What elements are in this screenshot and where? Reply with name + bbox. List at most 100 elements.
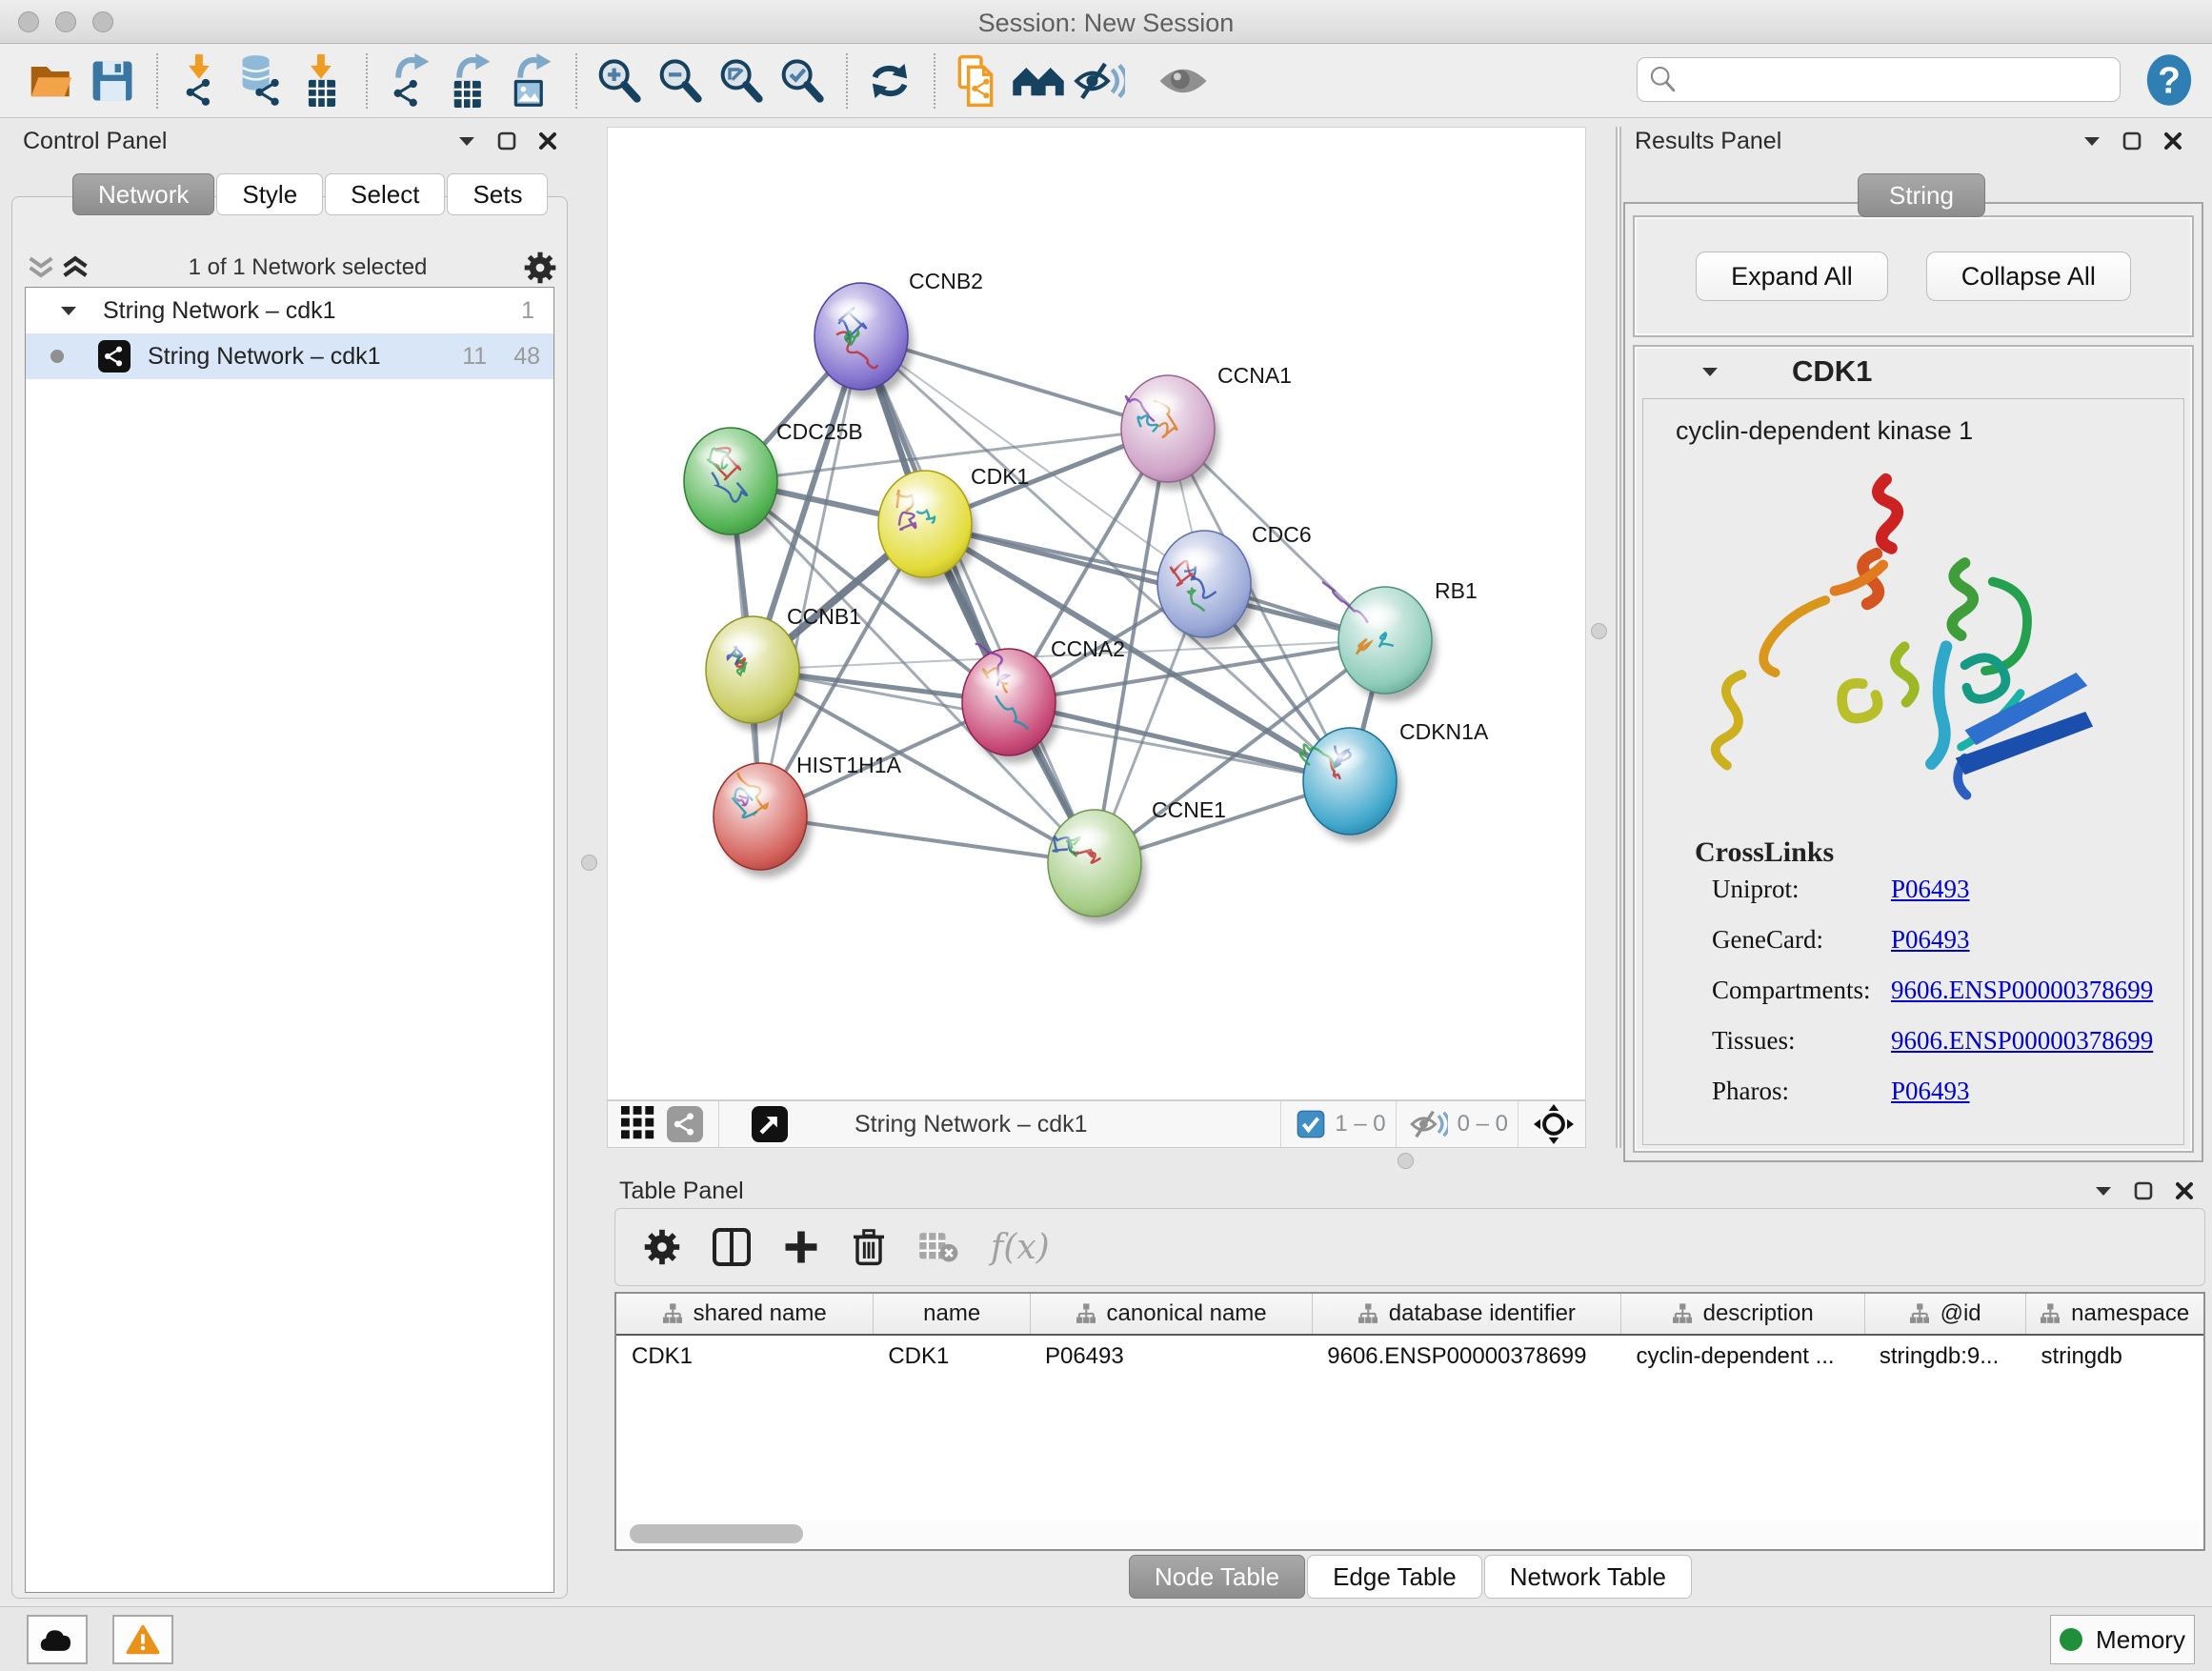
column-header-namespace[interactable]: namespace	[2025, 1294, 2203, 1334]
crosslink-link[interactable]: 9606.ENSP00000378699	[1891, 1026, 2153, 1056]
zoom-out-button[interactable]	[654, 51, 707, 111]
network-row[interactable]: String Network – cdk1 11 48	[26, 333, 553, 379]
close-panel-icon[interactable]	[538, 131, 558, 151]
column-header-database-identifier[interactable]: database identifier	[1312, 1294, 1620, 1334]
network-node-CDKN1A[interactable]	[1300, 728, 1401, 842]
column-header-description[interactable]: description	[1620, 1294, 1863, 1334]
crosslink-link[interactable]: P06493	[1891, 1077, 1970, 1106]
vertical-splitter[interactable]	[1616, 127, 1621, 1148]
column-header-shared-name[interactable]: shared name	[616, 1294, 873, 1334]
panel-menu-caret-icon[interactable]	[458, 135, 476, 148]
section-collapse-caret-icon[interactable]	[1701, 366, 1719, 378]
table-cell[interactable]: CDK1	[616, 1336, 873, 1378]
cloud-status-button[interactable]	[27, 1615, 88, 1664]
tab-node-table[interactable]: Node Table	[1129, 1555, 1305, 1599]
network-node-CCNB2[interactable]	[814, 283, 913, 397]
crosslink-link[interactable]: P06493	[1891, 925, 1970, 955]
float-panel-icon[interactable]	[2134, 1181, 2154, 1201]
network-node-CDK1[interactable]	[878, 471, 976, 585]
right-splitter-handle[interactable]	[1591, 623, 1607, 639]
column-header-name[interactable]: name	[873, 1294, 1030, 1334]
tab-select[interactable]: Select	[325, 173, 445, 215]
memory-button[interactable]: Memory	[2050, 1615, 2195, 1664]
column-header-canonical-name[interactable]: canonical name	[1030, 1294, 1312, 1334]
first-neighbors-button[interactable]	[1012, 51, 1065, 111]
export-network-button[interactable]	[383, 51, 436, 111]
control-panel-tabs: NetworkStyleSelectSets	[72, 173, 550, 215]
refresh-view-button[interactable]	[863, 51, 916, 111]
network-node-CCNE1[interactable]	[1048, 810, 1146, 924]
expand-all-button[interactable]: Expand All	[1696, 252, 1888, 301]
network-collection-row[interactable]: String Network – cdk1 1	[26, 288, 553, 333]
tab-network-table[interactable]: Network Table	[1484, 1555, 1692, 1599]
panel-menu-caret-icon[interactable]	[2083, 135, 2101, 148]
open-session-button[interactable]	[25, 51, 78, 111]
left-splitter-handle[interactable]	[581, 855, 597, 871]
network-share-view-icon[interactable]	[667, 1106, 703, 1142]
network-node-CCNA2[interactable]	[962, 644, 1060, 763]
table-cell[interactable]: cyclin-dependent ...	[1620, 1336, 1863, 1378]
network-node-RB1[interactable]	[1322, 582, 1437, 701]
import-table-button[interactable]	[295, 51, 349, 111]
network-node-CCNB1[interactable]	[706, 616, 804, 731]
export-table-button[interactable]	[444, 51, 497, 111]
tab-edge-table[interactable]: Edge Table	[1307, 1555, 1482, 1599]
scrollbar-thumb[interactable]	[630, 1524, 803, 1543]
table-cell[interactable]: 9606.ENSP00000378699	[1312, 1336, 1620, 1378]
panel-menu-caret-icon[interactable]	[2095, 1185, 2113, 1198]
table-horizontal-scrollbar[interactable]	[618, 1520, 2200, 1547]
show-all-button[interactable]	[1156, 51, 1210, 111]
hidden-eye-icon[interactable]	[1410, 1109, 1448, 1139]
tab-network[interactable]: Network	[72, 173, 214, 215]
tree-expand-caret-icon[interactable]	[60, 305, 78, 317]
string-import-button[interactable]	[951, 51, 1004, 111]
crosshair-navigator-icon[interactable]	[1534, 1104, 1574, 1144]
close-panel-icon[interactable]	[2175, 1181, 2195, 1201]
zoom-selected-button[interactable]	[775, 51, 829, 111]
export-image-button[interactable]	[505, 51, 558, 111]
network-node-CCNA1[interactable]	[1121, 375, 1219, 490]
show-columns-icon[interactable]	[713, 1228, 751, 1266]
network-node-CDC6[interactable]	[1157, 531, 1256, 645]
network-list-gear-icon[interactable]	[524, 252, 556, 284]
delete-column-trash-icon[interactable]	[852, 1228, 886, 1266]
selected-checkbox-icon[interactable]	[1297, 1110, 1325, 1138]
zoom-fit-button[interactable]	[714, 51, 768, 111]
column-header-id[interactable]: @id	[1864, 1294, 2026, 1334]
collapse-all-button[interactable]: Collapse All	[1926, 252, 2131, 301]
gene-section-header[interactable]: CDK1	[1635, 347, 2192, 396]
expand-all-chevrons-icon[interactable]	[59, 255, 91, 280]
hide-selected-button[interactable]	[1073, 51, 1126, 111]
horizontal-splitter-handle[interactable]	[1398, 1153, 1414, 1169]
collapse-all-chevrons-icon[interactable]	[25, 255, 57, 280]
table-settings-gear-icon[interactable]	[644, 1229, 680, 1265]
network-canvas[interactable]: CCNB2CCNA1CDC25BCDK1CDC6RB1CCNB1CCNA2CDK…	[607, 127, 1586, 1100]
table-row[interactable]: CDK1CDK1P064939606.ENSP00000378699cyclin…	[616, 1336, 2203, 1378]
import-network-file-button[interactable]	[173, 51, 227, 111]
search-input[interactable]	[1678, 67, 2097, 93]
table-cell[interactable]: P06493	[1030, 1336, 1312, 1378]
save-session-button[interactable]	[86, 51, 139, 111]
tab-style[interactable]: Style	[216, 173, 323, 215]
main-toolbar: ?	[0, 44, 2212, 118]
import-network-database-button[interactable]	[234, 51, 288, 111]
grid-view-icon[interactable]	[621, 1106, 657, 1142]
table-cell[interactable]: stringdb:9...	[1864, 1336, 2026, 1378]
table-cell[interactable]: stringdb	[2025, 1336, 2203, 1378]
float-panel-icon[interactable]	[2122, 131, 2142, 151]
network-node-CDC25B[interactable]	[684, 428, 782, 542]
zoom-in-button[interactable]	[593, 51, 646, 111]
network-node-HIST1H1A[interactable]	[714, 763, 812, 877]
table-cell[interactable]: CDK1	[873, 1336, 1030, 1378]
results-tab-string[interactable]: String	[1858, 173, 1985, 217]
float-panel-icon[interactable]	[497, 131, 517, 151]
close-panel-icon[interactable]	[2163, 131, 2183, 151]
help-button[interactable]: ?	[2145, 53, 2195, 107]
footer-network-name: String Network – cdk1	[855, 1111, 1280, 1138]
crosslink-link[interactable]: P06493	[1891, 875, 1970, 904]
tab-sets[interactable]: Sets	[447, 173, 548, 215]
add-column-icon[interactable]	[783, 1229, 819, 1265]
birds-eye-view-icon[interactable]	[752, 1106, 788, 1142]
warnings-button[interactable]	[112, 1615, 173, 1664]
crosslink-link[interactable]: 9606.ENSP00000378699	[1891, 976, 2153, 1005]
